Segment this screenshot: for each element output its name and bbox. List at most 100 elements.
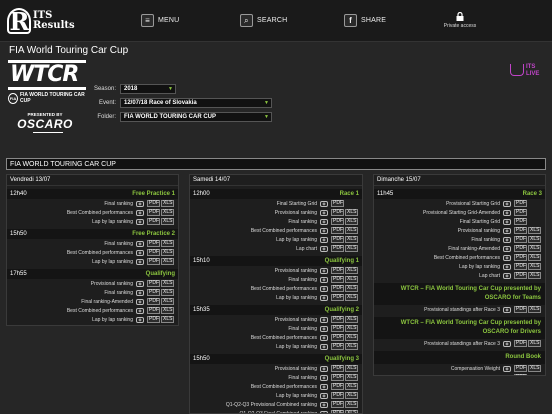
pdf-button[interactable]: PDF xyxy=(331,325,344,332)
xls-button[interactable]: XLS xyxy=(345,209,358,216)
eye-icon[interactable]: ◉ xyxy=(320,209,328,216)
eye-icon[interactable]: ◉ xyxy=(503,272,511,279)
xls-button[interactable]: XLS xyxy=(161,298,174,305)
eye-icon[interactable]: ◉ xyxy=(503,218,511,225)
eye-icon[interactable]: ◉ xyxy=(503,209,511,216)
season-select[interactable]: 2018 ▼ xyxy=(120,84,176,94)
eye-icon[interactable]: ◉ xyxy=(503,236,511,243)
xls-button[interactable]: XLS xyxy=(161,218,174,225)
pdf-button[interactable]: PDF xyxy=(514,236,527,243)
xls-button[interactable]: XLS xyxy=(345,285,358,292)
xls-button[interactable]: XLS xyxy=(161,200,174,207)
pdf-button[interactable]: PDF xyxy=(514,263,527,270)
xls-button[interactable]: XLS xyxy=(345,316,358,323)
eye-icon[interactable]: ◉ xyxy=(503,227,511,234)
eye-icon[interactable]: ◉ xyxy=(136,209,144,216)
eye-icon[interactable]: ◉ xyxy=(320,227,328,234)
xls-button[interactable]: XLS xyxy=(345,410,358,413)
eye-icon[interactable]: ◉ xyxy=(320,294,328,301)
eye-icon[interactable]: ◉ xyxy=(320,236,328,243)
xls-button[interactable]: XLS xyxy=(528,236,541,243)
eye-icon[interactable]: ◉ xyxy=(320,383,328,390)
pdf-button[interactable]: PDF xyxy=(147,209,160,216)
pdf-button[interactable]: PDF xyxy=(331,200,344,207)
xls-button[interactable]: XLS xyxy=(345,227,358,234)
xls-button[interactable]: XLS xyxy=(161,258,174,265)
pdf-button[interactable]: PDF xyxy=(514,209,527,216)
eye-icon[interactable]: ◉ xyxy=(136,240,144,247)
event-select[interactable]: 12/07/18 Race of Slovakia ▼ xyxy=(120,98,272,108)
xls-button[interactable]: XLS xyxy=(345,383,358,390)
session-name[interactable]: Free Practice 1 xyxy=(132,191,175,197)
pdf-button[interactable]: PDF xyxy=(514,365,527,372)
xls-button[interactable]: XLS xyxy=(528,254,541,261)
search-button[interactable]: ⌕ SEARCH xyxy=(240,14,287,27)
eye-icon[interactable]: ◉ xyxy=(136,307,144,314)
xls-button[interactable]: XLS xyxy=(345,374,358,381)
pdf-button[interactable]: PDF xyxy=(514,340,527,347)
xls-button[interactable]: XLS xyxy=(528,365,541,372)
its-results-logo[interactable]: R ITS Results xyxy=(7,7,75,36)
xls-button[interactable]: XLS xyxy=(345,365,358,372)
xls-button[interactable]: XLS xyxy=(161,280,174,287)
eye-icon[interactable]: ◉ xyxy=(136,289,144,296)
eye-icon[interactable]: ◉ xyxy=(503,245,511,252)
pdf-button[interactable]: PDF xyxy=(331,218,344,225)
pdf-button[interactable]: PDF xyxy=(147,249,160,256)
eye-icon[interactable]: ◉ xyxy=(320,343,328,350)
pdf-button[interactable]: PDF xyxy=(331,392,344,399)
eye-icon[interactable]: ◉ xyxy=(503,200,511,207)
pdf-button[interactable]: PDF xyxy=(331,245,344,252)
xls-button[interactable]: XLS xyxy=(528,245,541,252)
pdf-button[interactable]: PDF xyxy=(331,227,344,234)
pdf-button[interactable]: PDF xyxy=(514,254,527,261)
eye-icon[interactable]: ◉ xyxy=(503,263,511,270)
menu-button[interactable]: ≡ MENU xyxy=(141,14,179,27)
eye-icon[interactable]: ◉ xyxy=(320,374,328,381)
session-name[interactable]: Qualifying 1 xyxy=(325,258,359,264)
xls-button[interactable]: XLS xyxy=(345,218,358,225)
eye-icon[interactable]: ◉ xyxy=(320,334,328,341)
pdf-button[interactable]: PDF xyxy=(147,218,160,225)
pdf-button[interactable]: PDF xyxy=(331,334,344,341)
pdf-button[interactable]: PDF xyxy=(514,245,527,252)
pdf-button[interactable]: PDF xyxy=(331,209,344,216)
pdf-button[interactable]: PDF xyxy=(514,374,527,375)
pdf-button[interactable]: PDF xyxy=(514,306,527,313)
eye-icon[interactable]: ◉ xyxy=(320,401,328,408)
pdf-button[interactable]: PDF xyxy=(331,236,344,243)
xls-button[interactable]: XLS xyxy=(345,325,358,332)
eye-icon[interactable]: ◉ xyxy=(503,306,511,313)
pdf-button[interactable]: PDF xyxy=(331,401,344,408)
pdf-button[interactable]: PDF xyxy=(331,276,344,283)
xls-button[interactable]: XLS xyxy=(161,209,174,216)
eye-icon[interactable]: ◉ xyxy=(503,365,511,372)
pdf-button[interactable]: PDF xyxy=(331,285,344,292)
pdf-button[interactable]: PDF xyxy=(331,316,344,323)
private-access-button[interactable]: Private access xyxy=(440,12,480,29)
eye-icon[interactable]: ◉ xyxy=(320,276,328,283)
xls-button[interactable]: XLS xyxy=(345,294,358,301)
eye-icon[interactable]: ◉ xyxy=(136,258,144,265)
eye-icon[interactable]: ◉ xyxy=(320,285,328,292)
session-name[interactable]: Race 3 xyxy=(523,191,542,197)
session-name[interactable]: Qualifying 3 xyxy=(325,356,359,362)
xls-button[interactable]: XLS xyxy=(345,334,358,341)
session-name[interactable]: Qualifying 2 xyxy=(325,307,359,313)
eye-icon[interactable]: ◉ xyxy=(320,365,328,372)
xls-button[interactable]: XLS xyxy=(345,245,358,252)
eye-icon[interactable]: ◉ xyxy=(503,340,511,347)
eye-icon[interactable]: ◉ xyxy=(136,200,144,207)
xls-button[interactable]: XLS xyxy=(161,316,174,323)
xls-button[interactable]: XLS xyxy=(528,227,541,234)
pdf-button[interactable]: PDF xyxy=(147,240,160,247)
pdf-button[interactable]: PDF xyxy=(514,272,527,279)
pdf-button[interactable]: PDF xyxy=(331,365,344,372)
eye-icon[interactable]: ◉ xyxy=(320,245,328,252)
pdf-button[interactable]: PDF xyxy=(331,267,344,274)
eye-icon[interactable]: ◉ xyxy=(503,254,511,261)
eye-icon[interactable]: ◉ xyxy=(320,316,328,323)
xls-button[interactable]: XLS xyxy=(528,263,541,270)
eye-icon[interactable]: ◉ xyxy=(320,267,328,274)
xls-button[interactable]: XLS xyxy=(345,392,358,399)
